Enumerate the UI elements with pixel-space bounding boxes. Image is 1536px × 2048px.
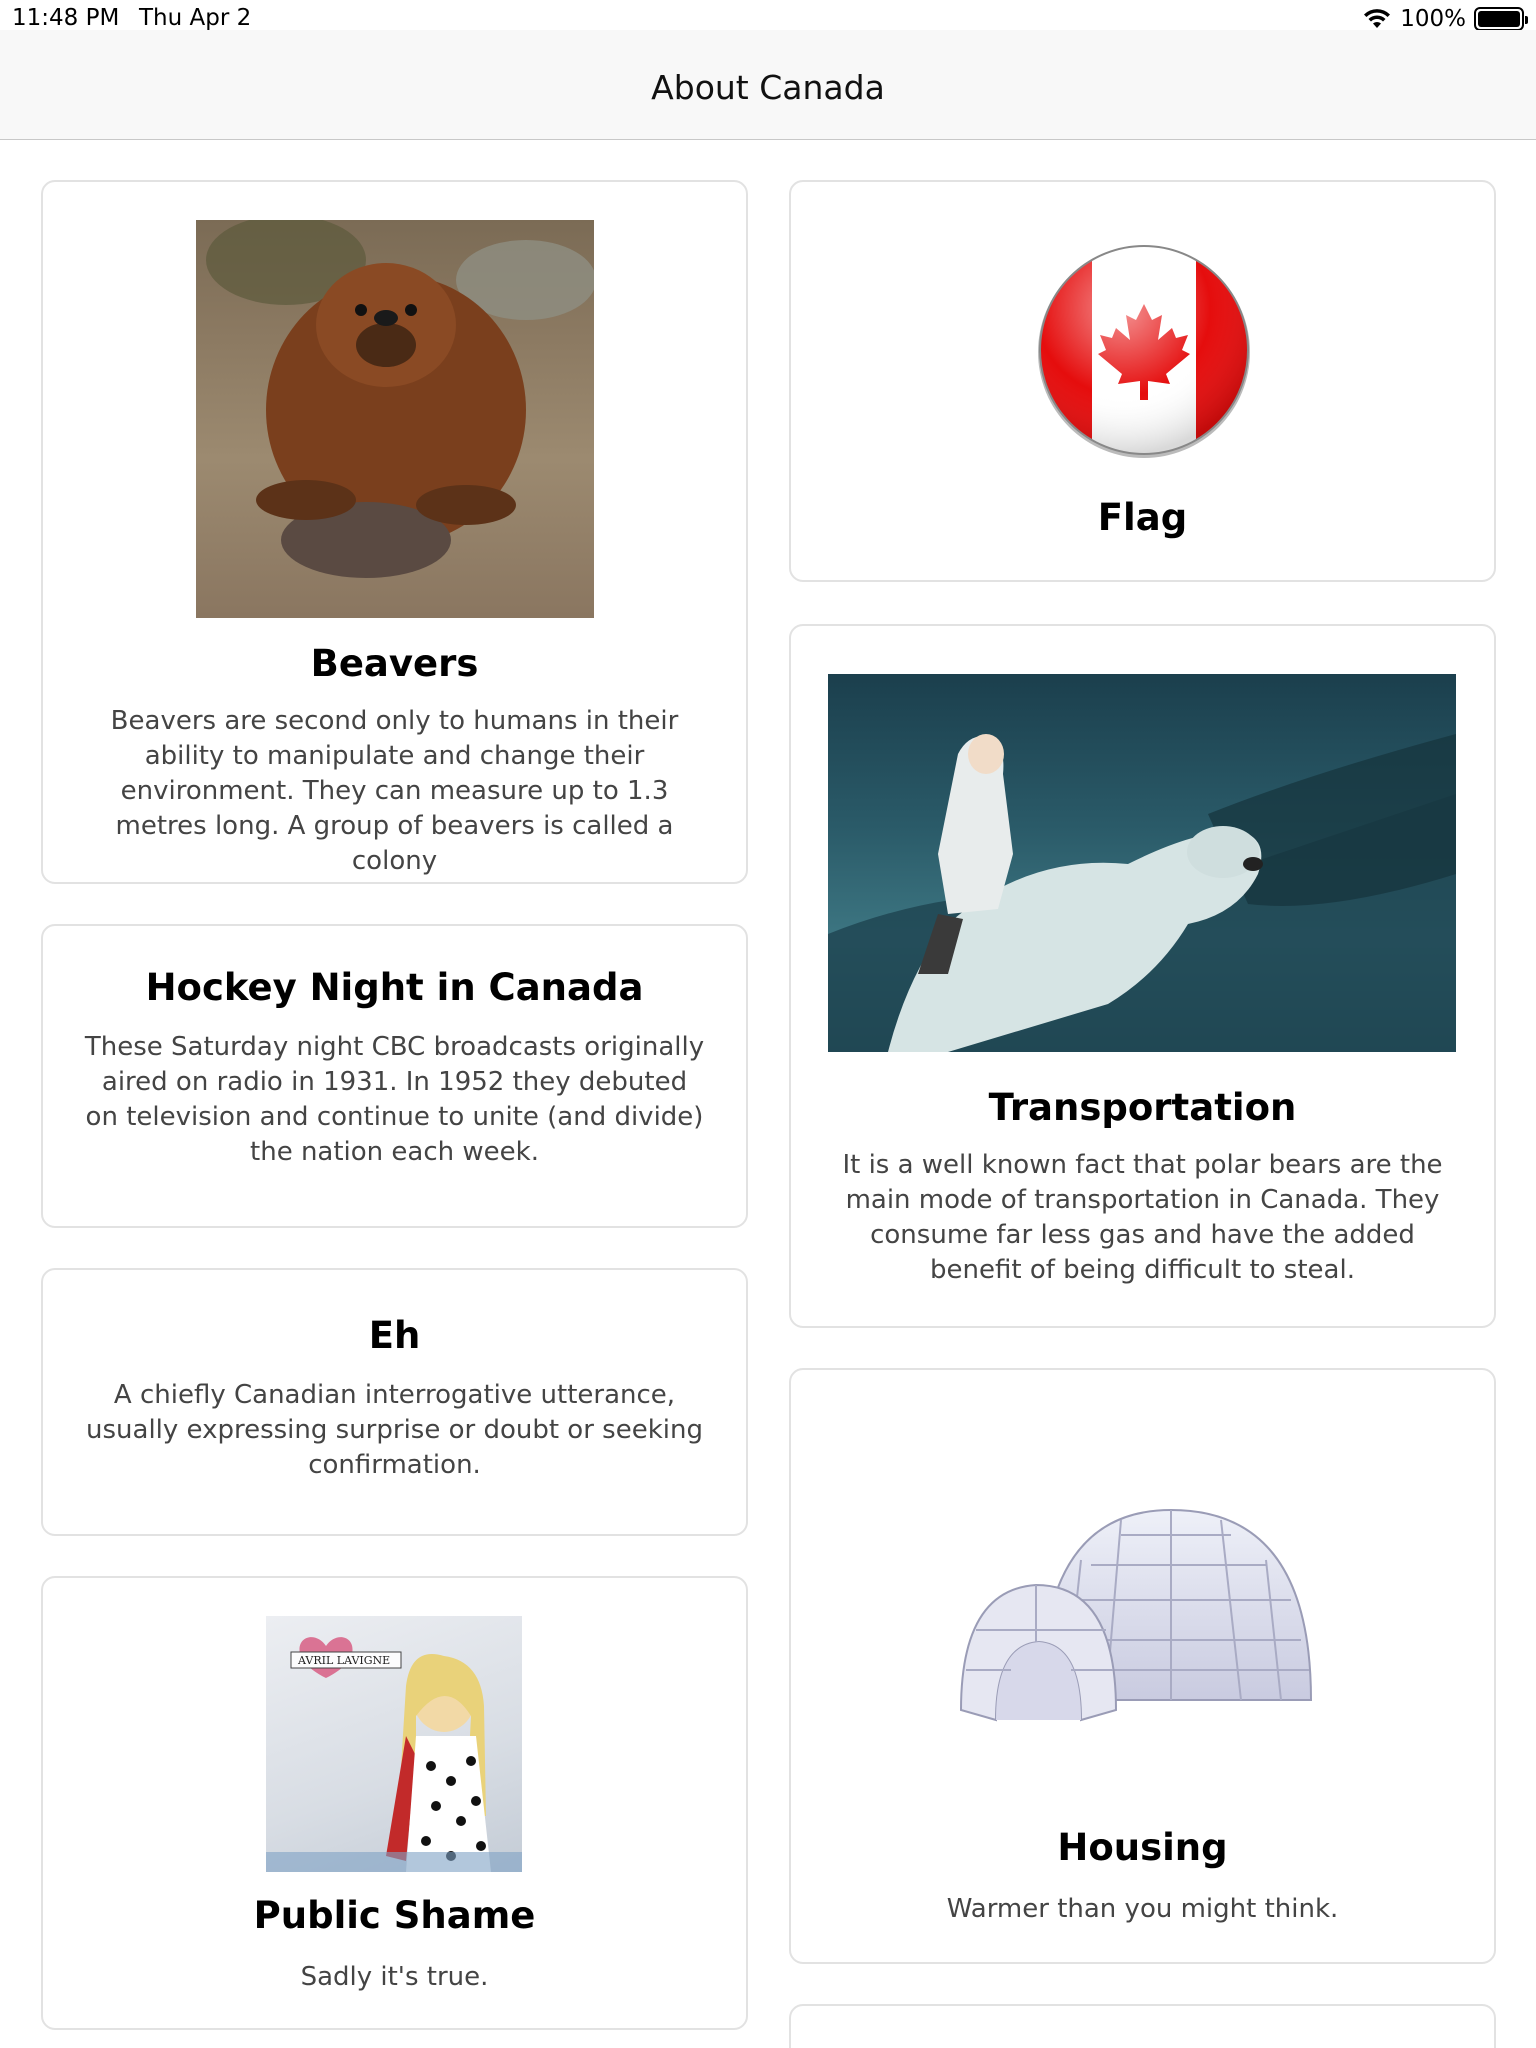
status-date: Thu Apr 2: [139, 5, 252, 31]
card-flag[interactable]: Flag: [789, 180, 1496, 582]
card-title: Flag: [1097, 496, 1188, 539]
card-title: Eh: [368, 1314, 421, 1357]
card-public-shame[interactable]: AVRIL LAVIGNE Public Shame Sadly it's tr…: [41, 1576, 748, 2030]
status-indicators: 100%: [1362, 6, 1528, 32]
card-housing[interactable]: Housing Warmer than you might think.: [789, 1368, 1496, 1964]
card-description: Sadly it's true.: [300, 1962, 489, 1992]
card-description: Warmer than you might think.: [946, 1894, 1339, 1924]
canada-flag-icon: [1038, 245, 1250, 458]
polar-bear-image: [828, 674, 1456, 1052]
navigation-bar: About Canada: [0, 30, 1536, 140]
page-title: About Canada: [651, 68, 885, 107]
card-title: Hockey Night in Canada: [145, 966, 644, 1009]
card-title: Transportation: [988, 1086, 1297, 1129]
battery-icon: [1474, 7, 1528, 31]
card-description: A chiefly Canadian interrogative utteran…: [86, 1380, 703, 1480]
card-partial[interactable]: [789, 2004, 1496, 2048]
card-eh[interactable]: Eh A chiefly Canadian interrogative utte…: [41, 1268, 748, 1536]
card-hockey-night[interactable]: Hockey Night in Canada These Saturday ni…: [41, 924, 748, 1228]
card-description: It is a well known fact that polar bears…: [842, 1150, 1443, 1285]
album-text: AVRIL LAVIGNE: [297, 1654, 390, 1667]
status-time: 11:48 PM: [12, 5, 120, 31]
card-title: Public Shame: [253, 1894, 536, 1937]
card-title: Beavers: [310, 642, 479, 685]
card-beavers[interactable]: Beavers Beavers are second only to human…: [41, 180, 748, 884]
album-cover-image: AVRIL LAVIGNE: [266, 1616, 522, 1872]
beaver-image: [196, 220, 594, 618]
wifi-icon: [1364, 9, 1391, 28]
card-transportation[interactable]: Transportation It is a well known fact t…: [789, 624, 1496, 1328]
card-description: Beavers are second only to humans in the…: [110, 706, 679, 876]
igloo-icon: [959, 1508, 1313, 1722]
card-title: Housing: [1057, 1826, 1228, 1869]
battery-percent: 100%: [1400, 6, 1466, 32]
card-description: These Saturday night CBC broadcasts orig…: [84, 1032, 705, 1167]
